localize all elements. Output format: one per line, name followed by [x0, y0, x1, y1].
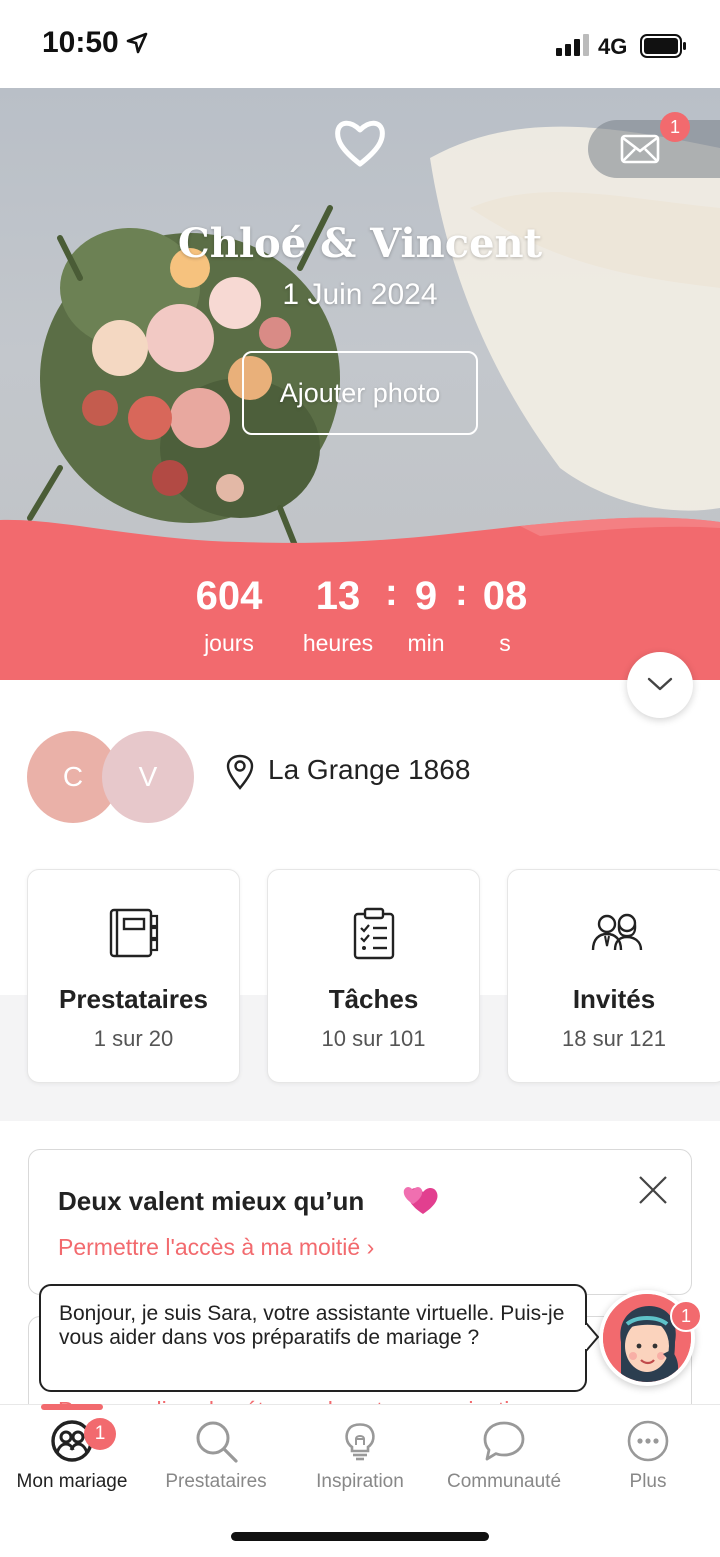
- partner-card-title: Deux valent mieux qu’un: [58, 1186, 365, 1216]
- signal-icon: [556, 34, 589, 56]
- guests-icon: [591, 913, 643, 951]
- tab-prestataires[interactable]: Prestataires: [144, 1405, 288, 1515]
- bubble-tail: [580, 1322, 600, 1352]
- more-icon: [627, 1420, 669, 1462]
- card-count: 10 sur 101: [321, 1026, 426, 1051]
- countdown-days: 604: [195, 574, 263, 618]
- assistant-bubble[interactable]: Bonjour, je suis Sara, votre assistante …: [39, 1284, 587, 1392]
- chevron-right-icon: ›: [366, 1234, 375, 1260]
- tab-label: Prestataires: [165, 1471, 267, 1492]
- tab-label: Mon mariage: [16, 1471, 128, 1492]
- network-label: 4G: [598, 34, 628, 59]
- close-icon[interactable]: [637, 1174, 669, 1206]
- status-time: 10:50: [42, 26, 119, 59]
- countdown-hours: 13: [315, 574, 361, 618]
- venue-name[interactable]: La Grange 1868: [268, 754, 470, 786]
- heart-logo-icon: [335, 120, 385, 167]
- active-tab-indicator: [41, 1404, 103, 1410]
- envelope-icon: [620, 134, 660, 164]
- partner-access-card[interactable]: Deux valent mieux qu’un Permettre l'accè…: [28, 1149, 692, 1295]
- avatar-partner-2[interactable]: V: [102, 731, 194, 823]
- countdown-minutes-label: min: [407, 630, 445, 656]
- countdown-minutes: 9: [414, 574, 438, 618]
- chat-icon: [483, 1421, 525, 1461]
- countdown: 604 jours 13 heures : 9 min : 08 s: [0, 568, 720, 680]
- card-count: 18 sur 121: [562, 1026, 666, 1051]
- status-bar: 10:50 4G: [0, 0, 720, 88]
- countdown-seconds-label: s: [499, 630, 511, 656]
- card-title: Invités: [572, 984, 656, 1014]
- battery-icon: [640, 34, 686, 58]
- checklist-icon: [353, 907, 394, 960]
- two-hearts-icon: [403, 1187, 438, 1214]
- countdown-separator: :: [455, 572, 468, 614]
- tab-plus[interactable]: Plus: [576, 1405, 720, 1515]
- tab-label: Communauté: [446, 1471, 562, 1492]
- home-indicator: [231, 1532, 489, 1541]
- tab-communaute[interactable]: Communauté: [432, 1405, 576, 1515]
- card-title: Prestataires: [59, 984, 208, 1014]
- add-photo-button[interactable]: Ajouter photo: [242, 351, 478, 435]
- lightbulb-icon: [345, 1423, 375, 1461]
- tab-mon-mariage[interactable]: Mon mariage: [0, 1405, 144, 1515]
- tab-label: Plus: [629, 1471, 667, 1492]
- assistant-badge: 1: [670, 1300, 702, 1332]
- card-tasks[interactable]: Tâches 10 sur 101: [267, 869, 480, 1083]
- card-title: Tâches: [328, 984, 419, 1014]
- tab-badge: 1: [84, 1418, 116, 1450]
- expand-button[interactable]: [627, 652, 693, 718]
- search-icon: [196, 1421, 238, 1463]
- notebook-icon: [109, 908, 158, 958]
- countdown-hours-label: heures: [302, 630, 374, 656]
- card-count: 1 sur 20: [93, 1026, 174, 1051]
- card-vendors[interactable]: Prestataires 1 sur 20: [27, 869, 240, 1083]
- countdown-seconds: 08: [482, 574, 528, 618]
- location-pin-icon: [226, 754, 254, 790]
- chevron-down-icon: [647, 677, 673, 691]
- couple-names: Chloé & Vincent: [177, 220, 543, 267]
- messages-button[interactable]: 1: [588, 112, 720, 178]
- hero-banner: 1 Chloé & Vincent 1 Juin 2024 Ajouter ph…: [0, 88, 720, 680]
- card-guests[interactable]: Invités 18 sur 121: [507, 869, 720, 1083]
- tab-label: Inspiration: [316, 1471, 404, 1492]
- messages-badge: 1: [660, 112, 690, 142]
- location-arrow-icon: [126, 32, 148, 54]
- wedding-date: 1 Juin 2024: [282, 278, 438, 311]
- tab-inspiration[interactable]: Inspiration: [288, 1405, 432, 1515]
- partner-access-link[interactable]: Permettre l'accès à ma moitié ›: [58, 1234, 374, 1261]
- countdown-days-label: jours: [204, 630, 254, 656]
